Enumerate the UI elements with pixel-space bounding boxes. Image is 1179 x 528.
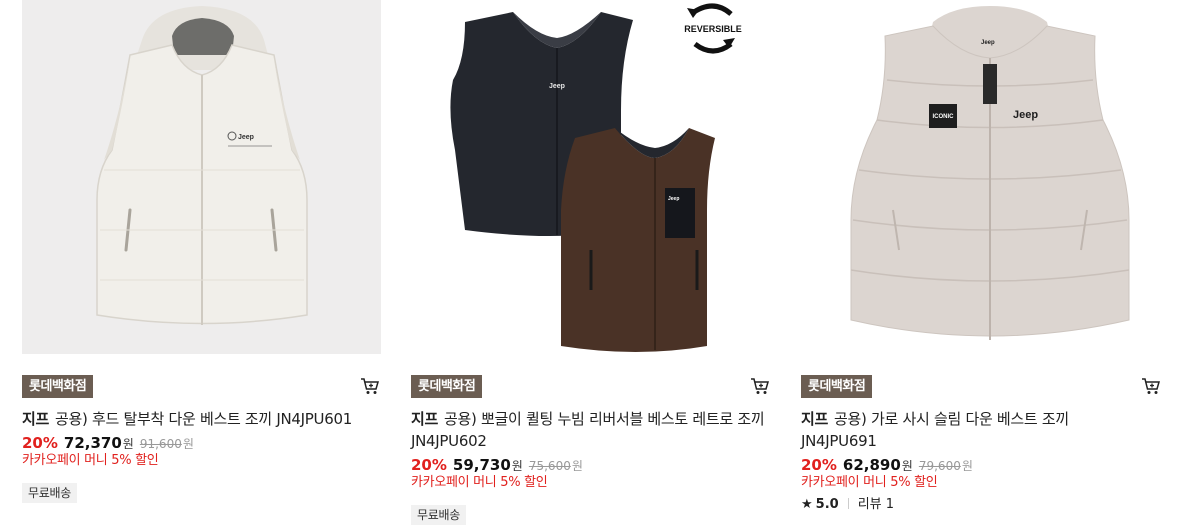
price-row: 20% 62,890원 79,600원 xyxy=(801,456,973,475)
currency-label: 원 xyxy=(511,459,523,473)
brand-name: 지프 xyxy=(801,410,829,428)
payment-promo: 카카오페이 머니 5% 할인 xyxy=(801,475,938,490)
product-name: 공용) 뽀글이 퀼팅 누빔 리버서블 베스토 레트로 조끼 JN4JPU602 xyxy=(411,410,765,450)
jeep-logo-text: Jeep xyxy=(1013,109,1038,121)
cart-icon[interactable] xyxy=(1141,377,1161,395)
cart-icon[interactable] xyxy=(750,377,770,395)
store-badge: 롯데백화점 xyxy=(801,375,873,398)
brand-name: 지프 xyxy=(22,410,50,428)
rating-row: ★ 5.0 리뷰 1 xyxy=(801,497,894,513)
currency-label: 원 xyxy=(122,437,134,451)
sale-price: 62,890 xyxy=(842,456,901,474)
product-name: 공용) 가로 사시 슬림 다운 베스트 조끼 JN4JPU691 xyxy=(801,410,1069,450)
discount-rate: 20% xyxy=(801,456,837,474)
jeep-logo-text: Jeep xyxy=(238,134,254,141)
jeep-logo-text: Jeep xyxy=(981,40,995,46)
payment-promo: 카카오페이 머니 5% 할인 xyxy=(22,453,159,468)
product-image[interactable]: REVERSIBLE Jeep Jeep xyxy=(425,0,755,354)
store-badge: 롯데백화점 xyxy=(22,375,94,398)
currency-label: 원 xyxy=(961,459,973,473)
product-name: 공용) 후드 탈부착 다운 베스트 조끼 JN4JPU601 xyxy=(55,410,352,428)
jeep-logo-text: Jeep xyxy=(549,83,565,90)
original-price: 79,600 xyxy=(918,459,961,473)
price-row: 20% 59,730원 75,600원 xyxy=(411,456,583,475)
review-count[interactable]: 리뷰 1 xyxy=(858,497,894,512)
reversible-vest-image: REVERSIBLE Jeep Jeep xyxy=(425,0,755,354)
cart-icon[interactable] xyxy=(360,377,380,395)
price-row: 20% 72,370원 91,600원 xyxy=(22,434,194,453)
product-title[interactable]: 지프 공용) 뽀글이 퀼팅 누빔 리버서블 베스토 레트로 조끼 JN4JPU60… xyxy=(411,408,773,452)
free-shipping-tag: 무료배송 xyxy=(411,505,466,525)
store-badge: 롯데백화점 xyxy=(411,375,483,398)
original-price: 75,600 xyxy=(528,459,571,473)
product-image[interactable]: Jeep xyxy=(22,0,381,354)
currency-label: 원 xyxy=(182,437,194,451)
free-shipping-tag: 무료배송 xyxy=(22,483,77,503)
jeep-logo-text: Jeep xyxy=(668,196,679,202)
star-icon: ★ xyxy=(801,497,813,512)
divider xyxy=(847,498,849,509)
rating-score: 5.0 xyxy=(815,497,839,512)
currency-label: 원 xyxy=(571,459,583,473)
sale-price: 59,730 xyxy=(452,456,511,474)
discount-rate: 20% xyxy=(22,434,58,452)
brand-name: 지프 xyxy=(411,410,439,428)
original-price: 91,600 xyxy=(139,437,182,451)
product-title[interactable]: 지프 공용) 가로 사시 슬림 다운 베스트 조끼 JN4JPU691 xyxy=(801,408,1101,452)
currency-label: 원 xyxy=(901,459,913,473)
discount-rate: 20% xyxy=(411,456,447,474)
payment-promo: 카카오페이 머니 5% 할인 xyxy=(411,475,548,490)
sale-price: 72,370 xyxy=(63,434,122,452)
beige-down-vest-image: ICONIC Jeep Jeep xyxy=(833,0,1147,354)
reversible-label: REVERSIBLE xyxy=(684,24,742,34)
iconic-badge-text: ICONIC xyxy=(933,114,955,120)
product-image[interactable]: ICONIC Jeep Jeep xyxy=(833,0,1147,354)
product-title[interactable]: 지프 공용) 후드 탈부착 다운 베스트 조끼 JN4JPU601 xyxy=(22,408,384,430)
white-hooded-vest-image: Jeep xyxy=(22,0,381,354)
